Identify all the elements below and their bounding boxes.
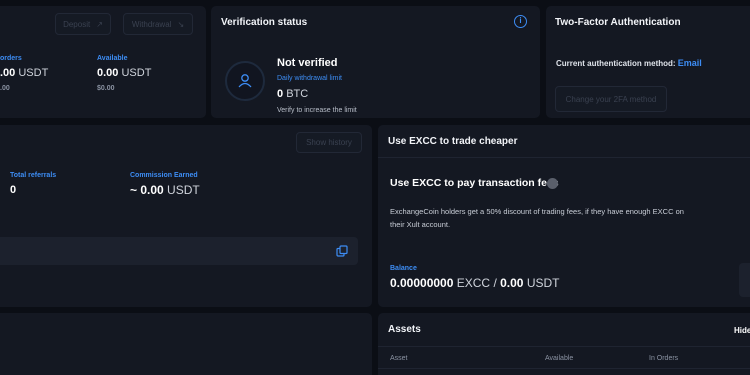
balance-separator: / [493,276,497,290]
withdrawal-button[interactable]: Withdrawal ↘ [123,13,193,35]
limit-amount: 0 [277,88,284,100]
two-factor-title: Two-Factor Authentication [555,17,681,28]
bottom-left-panel [0,313,372,375]
referral-panel: Show history Total referrals 0 Commissio… [0,125,372,307]
total-referrals-label: Total referrals [10,172,57,179]
hide-toggle-label[interactable]: Hide [734,326,750,335]
available-amount: 0.00 [97,67,119,79]
copy-icon[interactable] [336,245,348,257]
excc-scroll-edge [739,263,750,297]
orders-sub: .00 [0,85,10,92]
available-unit: USDT [121,67,152,79]
assets-title: Assets [388,324,421,335]
commission-value: ~ 0.00 USDT [130,183,200,197]
change-2fa-label: Change your 2FA method [565,94,657,104]
orders-amount: .00 [0,67,16,79]
usdt-amount: 0.00 [500,276,524,290]
orders-unit: USDT [18,67,49,79]
col-in-orders: In Orders [649,355,679,362]
arrow-up-right-icon: ↗ [96,19,103,29]
verify-hint: Verify to increase the limit [277,107,357,114]
available-value: 0.00 USDT [97,67,151,79]
excc-description: ExchangeCoin holders get a 50% discount … [390,207,684,229]
limit-label: Daily withdrawal limit [277,75,342,82]
excc-divider [378,157,750,158]
info-icon[interactable]: i [514,15,527,28]
deposit-button[interactable]: Deposit ↗ [55,13,111,35]
assets-header-divider [378,346,750,347]
excc-balance-value: 0.00000000 EXCC / 0.00 USDT [390,276,560,290]
user-avatar [225,61,265,101]
verification-status: Not verified [277,57,338,69]
excc-unit: EXCC [456,276,491,290]
auth-method: Current authentication method: Email [556,58,702,68]
referral-link-field[interactable] [0,237,358,265]
withdrawal-label: Withdrawal [131,19,172,29]
auth-method-value[interactable]: Email [678,58,702,68]
commission-label: Commission Earned [130,172,198,179]
available-sub: $0.00 [97,85,115,92]
assets-row-divider [378,368,750,369]
limit-unit: BTC [286,88,309,100]
commission-unit: USDT [167,183,200,197]
two-factor-panel: Two-Factor Authentication Current authen… [546,6,750,118]
arrow-down-right-icon: ↘ [177,19,185,29]
excc-title: Use EXCC to trade cheaper [388,136,518,147]
orders-value: .00 USDT [0,67,48,79]
usdt-unit: USDT [526,276,560,290]
show-history-label: Show history [306,138,352,147]
verification-title: Verification status [221,17,308,28]
verification-panel: Verification status i Not verified Daily… [211,6,540,118]
excc-toggle-label: Use EXCC to pay transaction fees [390,177,559,189]
auth-method-label: Current authentication method: [556,59,676,68]
commission-amount: ~ 0.00 [130,183,164,197]
available-label: Available [97,55,128,62]
limit-value: 0 BTC [277,88,308,100]
change-2fa-button[interactable]: Change your 2FA method [555,86,667,112]
user-icon [238,74,252,88]
deposit-label: Deposit [63,19,91,29]
col-available: Available [545,355,574,362]
total-referrals-value: 0 [10,184,17,196]
excc-balance-label: Balance [390,265,417,272]
balance-panel: Deposit ↗ Withdrawal ↘ orders .00 USDT .… [0,6,206,118]
excc-fee-toggle[interactable] [547,178,558,189]
orders-label: orders [0,55,22,62]
show-history-button[interactable]: Show history [296,132,362,153]
excc-amount: 0.00000000 [390,276,454,290]
col-asset: Asset [390,355,408,362]
excc-panel: Use EXCC to trade cheaper Use EXCC to pa… [378,125,750,307]
assets-panel: Assets Hide Asset Available In Orders [378,313,750,375]
